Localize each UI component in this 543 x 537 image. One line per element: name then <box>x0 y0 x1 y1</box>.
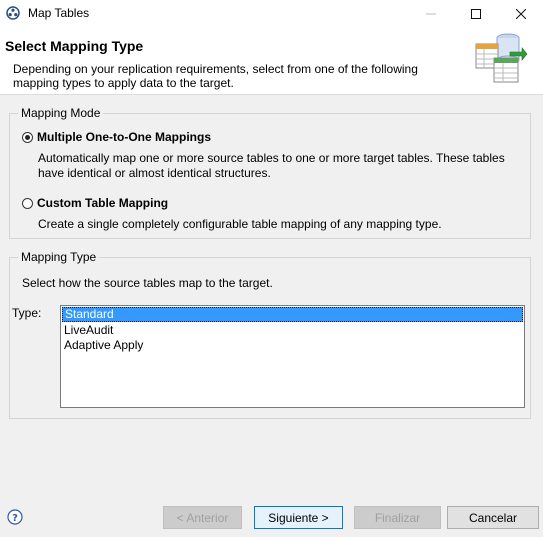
minimize-icon <box>425 13 436 14</box>
svg-text:?: ? <box>12 513 18 524</box>
wizard-header: Select Mapping Type Depending on your re… <box>0 27 543 95</box>
radio-selected-icon[interactable] <box>22 131 33 143</box>
maximize-button[interactable] <box>453 0 498 27</box>
radio-label: Custom Table Mapping <box>37 196 169 210</box>
mapping-type-label: Mapping Type <box>18 250 100 264</box>
mapping-type-instruction: Select how the source tables map to the … <box>22 276 273 290</box>
minimize-button[interactable] <box>408 0 453 27</box>
type-label: Type: <box>12 306 42 320</box>
title-bar: Map Tables <box>0 0 543 27</box>
next-button[interactable]: Siguiente > <box>254 506 343 529</box>
close-icon <box>515 8 526 19</box>
cancel-button[interactable]: Cancelar <box>447 506 539 529</box>
close-button[interactable] <box>498 0 543 27</box>
mapping-mode-label: Mapping Mode <box>18 106 104 120</box>
maximize-icon <box>470 8 481 19</box>
map-tables-wizard-icon <box>475 33 528 83</box>
radio-unselected-icon[interactable] <box>22 197 33 209</box>
radio-custom-table-mapping[interactable]: Custom Table Mapping <box>22 196 168 210</box>
radio-description: Automatically map one or more source tab… <box>38 151 505 180</box>
page-title: Select Mapping Type <box>5 38 144 54</box>
list-item-adaptive-apply[interactable]: Adaptive Apply <box>61 338 524 353</box>
finish-button[interactable]: Finalizar <box>354 506 441 529</box>
app-icon <box>6 6 20 20</box>
list-item-standard[interactable]: Standard <box>62 307 523 322</box>
page-description: Depending on your replication requiremen… <box>13 62 418 90</box>
mapping-mode-group: Mapping Mode Multiple One-to-One Mapping… <box>9 106 531 239</box>
back-button[interactable]: < Anterior <box>163 506 242 529</box>
radio-multiple-one-to-one[interactable]: Multiple One-to-One Mappings <box>22 130 211 144</box>
mapping-type-listbox[interactable]: Standard LiveAudit Adaptive Apply <box>60 305 525 408</box>
help-icon[interactable]: ? <box>7 509 23 525</box>
radio-description: Create a single completely configurable … <box>38 217 442 231</box>
list-item-liveaudit[interactable]: LiveAudit <box>61 323 524 338</box>
radio-label: Multiple One-to-One Mappings <box>37 130 211 144</box>
window-title: Map Tables <box>28 6 90 20</box>
